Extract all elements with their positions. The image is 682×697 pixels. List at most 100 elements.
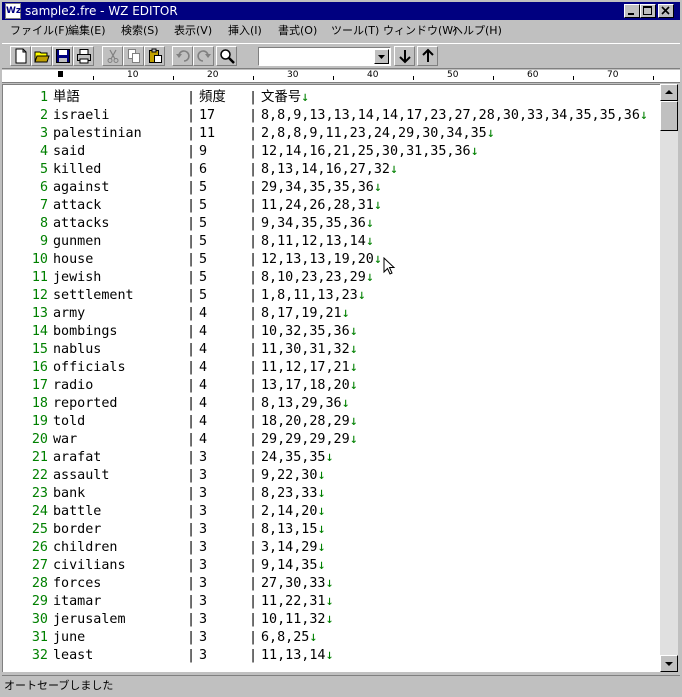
text-line[interactable]: 23 bank | 3 | 8,23,33↓ bbox=[3, 485, 659, 503]
new-button[interactable] bbox=[10, 46, 31, 66]
sentence-numbers-cell: 2,8,8,9,11,23,24,29,30,34,35↓ bbox=[261, 126, 495, 141]
frequency-cell: 3 bbox=[199, 504, 208, 519]
undo-button[interactable] bbox=[172, 46, 193, 66]
text-line[interactable]: 12 settlement | 5 | 1,8,11,13,23↓ bbox=[3, 287, 659, 305]
app-icon[interactable]: Wz bbox=[5, 3, 21, 19]
frequency-cell: 3 bbox=[199, 450, 208, 465]
sentence-numbers-cell: 8,8,9,13,13,14,14,17,23,27,28,30,33,34,3… bbox=[261, 108, 648, 123]
search-combo[interactable] bbox=[258, 47, 391, 66]
line-number: 16 bbox=[31, 360, 48, 375]
scroll-down-button[interactable] bbox=[660, 655, 678, 672]
search-next-button[interactable] bbox=[394, 46, 415, 66]
end-of-line-mark: ↓ bbox=[390, 162, 399, 177]
text-editor-area[interactable]: 1 単語 | 頻度 | 文番号↓ 2 israeli | 17 | 8,8,9,13,13,14,14… bbox=[2, 84, 660, 672]
scroll-up-button[interactable] bbox=[660, 84, 678, 101]
text-line[interactable]: 32 least | 3 | 11,13,14↓ bbox=[3, 647, 659, 665]
menu-view[interactable]: 表示(V) bbox=[174, 24, 212, 38]
column-separator: | bbox=[249, 360, 258, 375]
search-dropdown-button[interactable] bbox=[374, 49, 389, 64]
end-of-line-mark: ↓ bbox=[325, 450, 334, 465]
column-separator: | bbox=[249, 648, 258, 663]
text-line[interactable]: 25 border | 3 | 8,13,15↓ bbox=[3, 521, 659, 539]
word-cell: itamar bbox=[53, 594, 102, 609]
text-line[interactable]: 3 palestinian | 11 | 2,8,8,9,11,23,24,29,30,3… bbox=[3, 125, 659, 143]
text-line[interactable]: 13 army | 4 | 8,17,19,21↓ bbox=[3, 305, 659, 323]
word-cell: civilians bbox=[53, 558, 126, 573]
text-line[interactable]: 1 単語 | 頻度 | 文番号↓ bbox=[3, 89, 659, 107]
text-line[interactable]: 9 gunmen | 5 | 8,11,12,13,14↓ bbox=[3, 233, 659, 251]
paste-button[interactable] bbox=[144, 46, 165, 66]
new-file-icon bbox=[15, 48, 27, 64]
menu-insert[interactable]: 挿入(I) bbox=[228, 24, 262, 38]
menu-edit[interactable]: 編集(E) bbox=[68, 24, 106, 38]
menu-format[interactable]: 書式(O) bbox=[278, 24, 317, 38]
text-line[interactable]: 4 said | 9 | 12,14,16,21,25,30,31,35,36↓ bbox=[3, 143, 659, 161]
column-separator: | bbox=[249, 324, 258, 339]
text-line[interactable]: 8 attacks | 5 | 9,34,35,35,36↓ bbox=[3, 215, 659, 233]
menu-help[interactable]: ヘルプ(H) bbox=[452, 24, 502, 38]
frequency-cell: 3 bbox=[199, 648, 208, 663]
text-line[interactable]: 2 israeli | 17 | 8,8,9,13,13,14,14,17,23,27,2… bbox=[3, 107, 659, 125]
line-number: 14 bbox=[31, 324, 48, 339]
line-number: 10 bbox=[31, 252, 48, 267]
text-line[interactable]: 29 itamar | 3 | 11,22,31↓ bbox=[3, 593, 659, 611]
text-line[interactable]: 20 war | 4 | 29,29,29,29↓ bbox=[3, 431, 659, 449]
menu-search[interactable]: 検索(S) bbox=[121, 24, 159, 38]
vertical-scrollbar[interactable] bbox=[660, 84, 678, 672]
sentence-numbers-cell: 9,22,30↓ bbox=[261, 468, 326, 483]
frequency-cell: 3 bbox=[199, 486, 208, 501]
end-of-line-mark: ↓ bbox=[349, 378, 358, 393]
text-line[interactable]: 15 nablus | 4 | 11,30,31,32↓ bbox=[3, 341, 659, 359]
find-button[interactable] bbox=[216, 46, 237, 66]
text-line[interactable]: 6 against | 5 | 29,34,35,35,36↓ bbox=[3, 179, 659, 197]
sentence-numbers-cell: 12,13,13,19,20↓ bbox=[261, 252, 382, 267]
text-line[interactable]: 24 battle | 3 | 2,14,20↓ bbox=[3, 503, 659, 521]
text-line[interactable]: 18 reported | 4 | 8,13,29,36↓ bbox=[3, 395, 659, 413]
open-button[interactable] bbox=[31, 46, 52, 66]
text-line[interactable]: 26 children | 3 | 3,14,29↓ bbox=[3, 539, 659, 557]
ruler-tick bbox=[173, 76, 174, 80]
text-line[interactable]: 30 jerusalem | 3 | 10,11,32↓ bbox=[3, 611, 659, 629]
text-line[interactable]: 7 attack | 5 | 11,24,26,28,31↓ bbox=[3, 197, 659, 215]
line-number: 13 bbox=[31, 306, 48, 321]
frequency-cell: 4 bbox=[199, 342, 208, 357]
frequency-cell: 頻度 bbox=[199, 90, 226, 105]
cut-button[interactable] bbox=[102, 46, 123, 66]
menu-window[interactable]: ウィンドウ(W) bbox=[383, 24, 457, 38]
column-ruler[interactable]: 10 20 30 40 50 60 70 bbox=[2, 70, 680, 83]
close-button[interactable] bbox=[658, 4, 674, 18]
text-line[interactable]: 21 arafat | 3 | 24,35,35↓ bbox=[3, 449, 659, 467]
text-line[interactable]: 11 jewish | 5 | 8,10,23,23,29↓ bbox=[3, 269, 659, 287]
text-line[interactable]: 28 forces | 3 | 27,30,33↓ bbox=[3, 575, 659, 593]
search-prev-button[interactable] bbox=[417, 46, 438, 66]
text-line[interactable]: 19 told | 4 | 18,20,28,29↓ bbox=[3, 413, 659, 431]
text-line[interactable]: 31 june | 3 | 6,8,25↓ bbox=[3, 629, 659, 647]
column-separator: | bbox=[187, 180, 196, 195]
text-line[interactable]: 27 civilians | 3 | 9,14,35↓ bbox=[3, 557, 659, 575]
frequency-cell: 4 bbox=[199, 306, 208, 321]
print-button[interactable] bbox=[73, 46, 94, 66]
text-line[interactable]: 10 house | 5 | 12,13,13,19,20↓ bbox=[3, 251, 659, 269]
menu-file[interactable]: ファイル(F) bbox=[10, 24, 69, 38]
end-of-line-mark: ↓ bbox=[470, 144, 479, 159]
text-line[interactable]: 17 radio | 4 | 13,17,18,20↓ bbox=[3, 377, 659, 395]
maximize-button[interactable] bbox=[640, 4, 656, 18]
status-message: オートセーブしました bbox=[4, 679, 114, 692]
word-cell: radio bbox=[53, 378, 94, 393]
menu-tools[interactable]: ツール(T) bbox=[331, 24, 379, 38]
copy-button[interactable] bbox=[123, 46, 144, 66]
save-button[interactable] bbox=[52, 46, 73, 66]
title-bar[interactable]: Wz sample2.fre - WZ EDITOR bbox=[2, 2, 680, 20]
scroll-thumb[interactable] bbox=[660, 101, 678, 131]
column-separator: | bbox=[187, 504, 196, 519]
redo-button[interactable] bbox=[193, 46, 214, 66]
frequency-cell: 5 bbox=[199, 234, 208, 249]
text-line[interactable]: 16 officials | 4 | 11,12,17,21↓ bbox=[3, 359, 659, 377]
minimize-button[interactable] bbox=[624, 4, 640, 18]
line-number: 20 bbox=[31, 432, 48, 447]
column-separator: | bbox=[249, 342, 258, 357]
column-separator: | bbox=[187, 234, 196, 249]
text-line[interactable]: 5 killed | 6 | 8,13,14,16,27,32↓ bbox=[3, 161, 659, 179]
text-line[interactable]: 22 assault | 3 | 9,22,30↓ bbox=[3, 467, 659, 485]
text-line[interactable]: 14 bombings | 4 | 10,32,35,36↓ bbox=[3, 323, 659, 341]
